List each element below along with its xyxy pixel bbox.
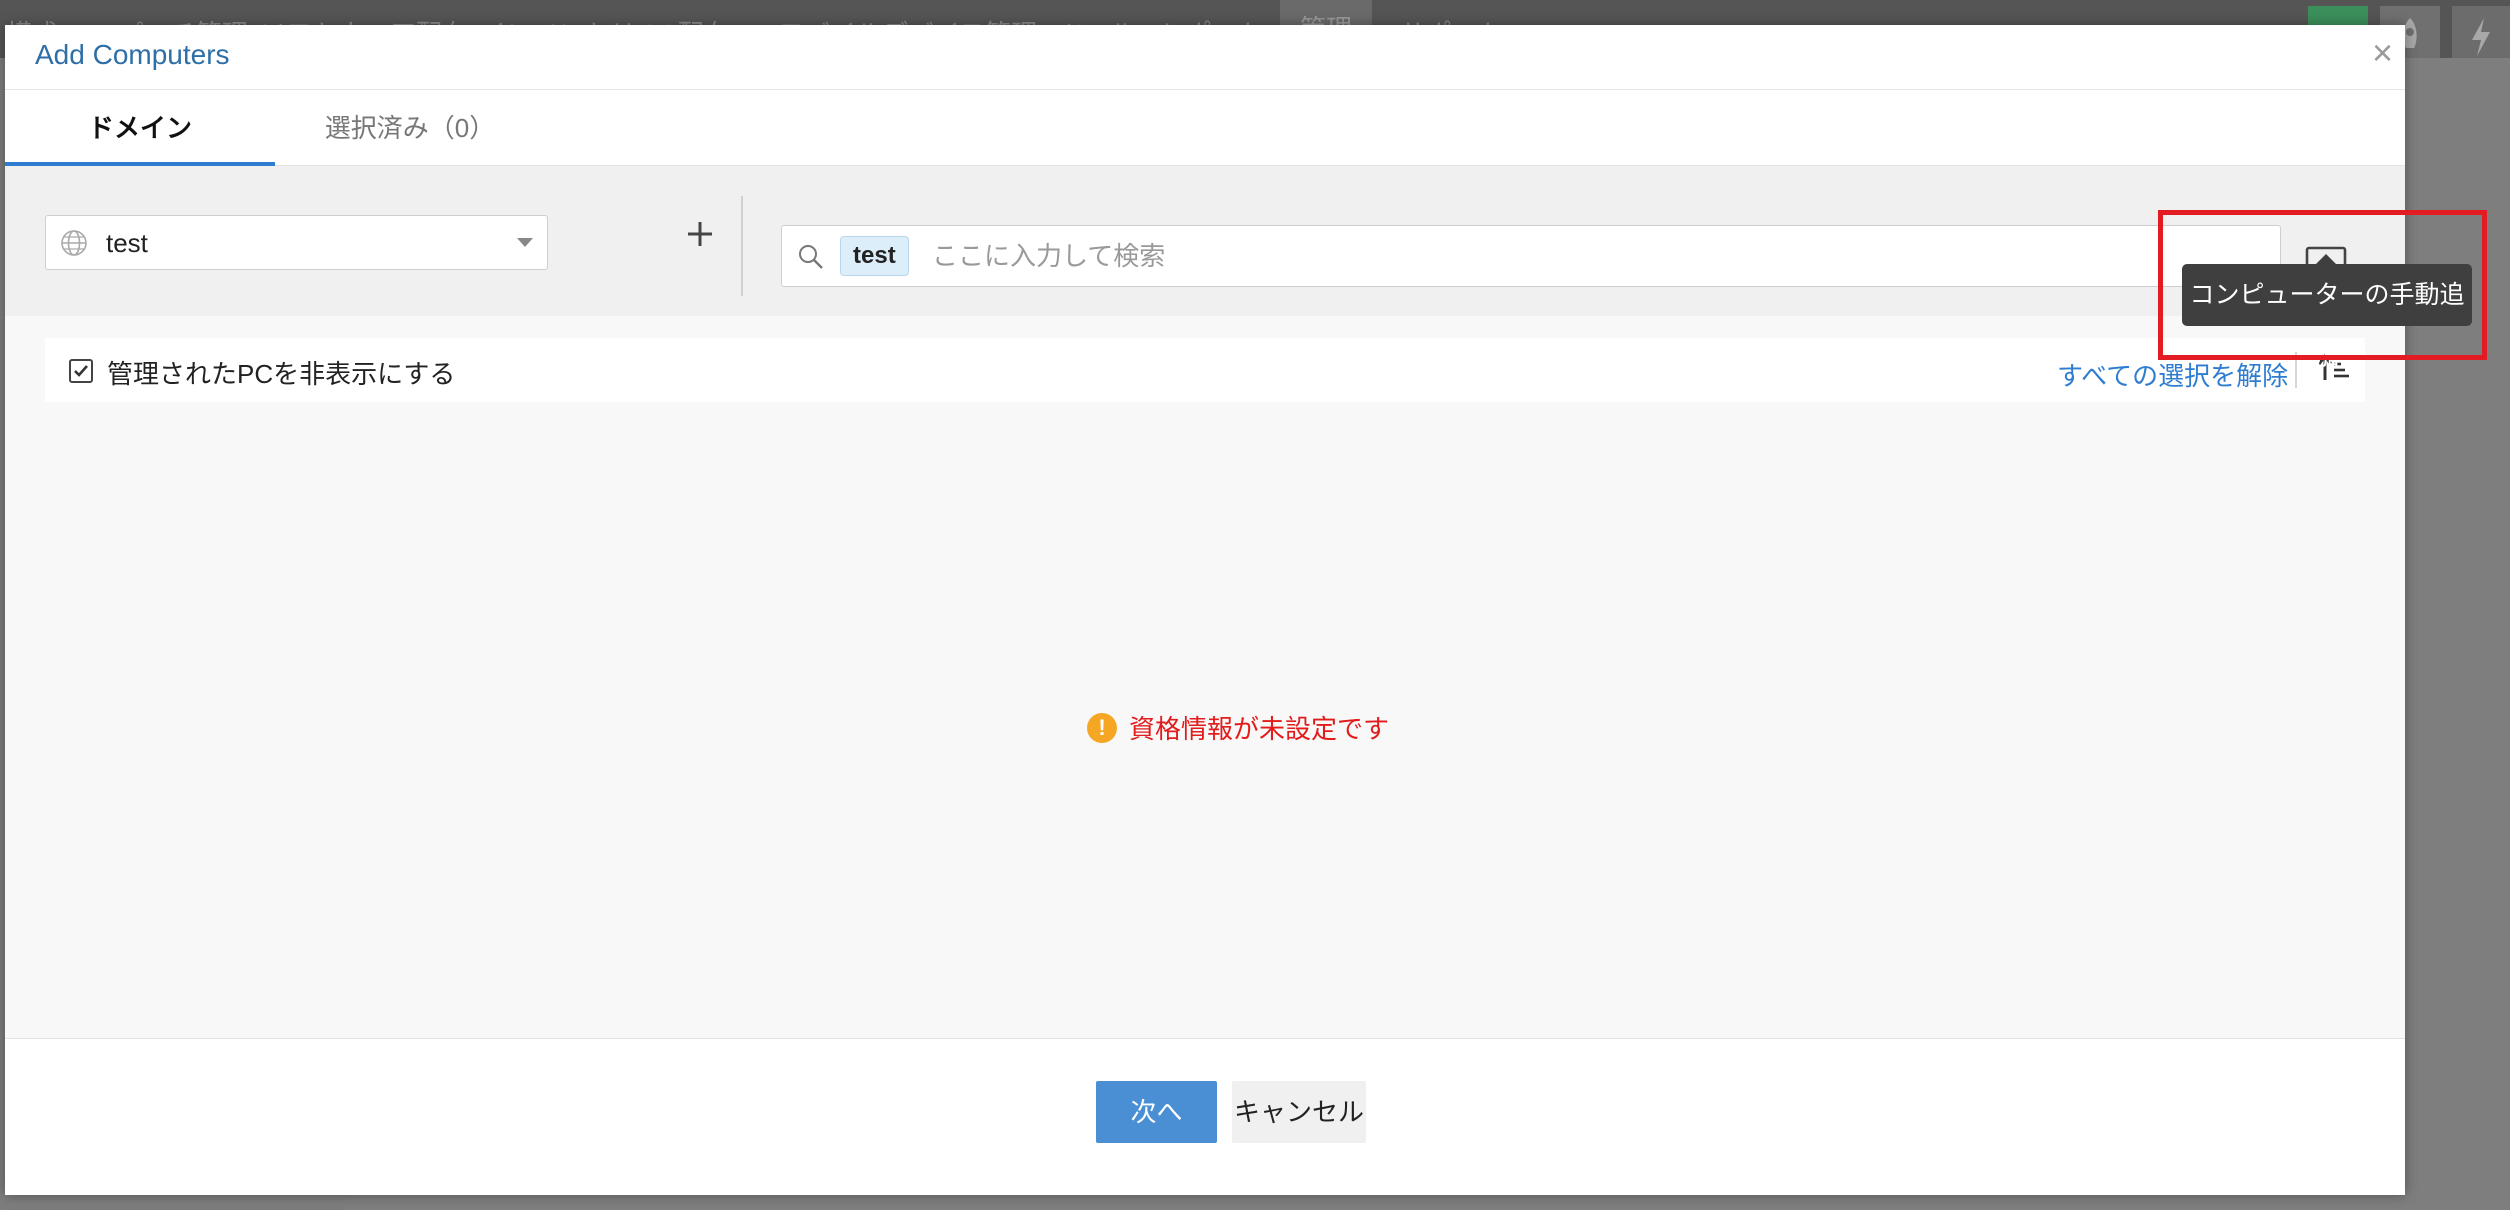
close-icon[interactable]: ×	[2372, 35, 2393, 71]
filter-row: 管理されたPCを非表示にする すべての選択を解除	[45, 338, 2365, 402]
dialog-title: Add Computers	[35, 39, 230, 70]
add-domain-button[interactable]	[685, 214, 715, 256]
bolt-icon	[2472, 18, 2490, 56]
hide-managed-label[interactable]: 管理されたPCを非表示にする	[107, 354, 455, 391]
tab-domain[interactable]: ドメイン	[5, 90, 275, 166]
plus-icon	[688, 222, 712, 246]
chevron-down-icon	[517, 238, 533, 247]
hide-managed-checkbox[interactable]	[69, 359, 93, 383]
cancel-button[interactable]: キャンセル	[1232, 1081, 1366, 1143]
add-computer-tooltip: コンピューターの手動追加	[2182, 264, 2472, 371]
add-computers-dialog: Add Computers × ドメイン 選択済み（0） test test こ…	[5, 25, 2405, 1195]
computer-list-area: 管理されたPCを非表示にする すべての選択を解除 ! 資格情報が未設定です	[5, 316, 2405, 1038]
domain-select[interactable]: test	[45, 215, 548, 270]
toolbar-divider	[741, 196, 743, 296]
search-box[interactable]: test	[781, 225, 2281, 287]
globe-icon	[61, 230, 87, 256]
search-input[interactable]	[932, 236, 2262, 276]
credentials-warning: ! 資格情報が未設定です	[1087, 709, 1389, 746]
domain-toolbar: test test	[5, 166, 2405, 316]
warning-icon: !	[1087, 712, 1117, 743]
deselect-all-link[interactable]: すべての選択を解除	[2057, 356, 2288, 393]
filter-row-divider	[2295, 352, 2297, 388]
dialog-footer: 次へ キャンセル	[5, 1038, 2405, 1195]
bolt-nav-button[interactable]	[2452, 6, 2510, 66]
tab-selected[interactable]: 選択済み（0）	[305, 90, 515, 166]
domain-select-value: test	[106, 228, 148, 258]
checkmark-icon	[74, 365, 88, 377]
next-button[interactable]: 次へ	[1096, 1081, 1217, 1143]
dialog-tabs: ドメイン 選択済み（0）	[5, 90, 2405, 166]
search-filter-chip[interactable]: test	[840, 236, 909, 276]
tooltip-arrow	[2316, 254, 2336, 264]
dialog-header: Add Computers ×	[5, 25, 2405, 90]
credentials-warning-text: 資格情報が未設定です	[1129, 714, 1390, 744]
search-icon	[799, 245, 823, 269]
